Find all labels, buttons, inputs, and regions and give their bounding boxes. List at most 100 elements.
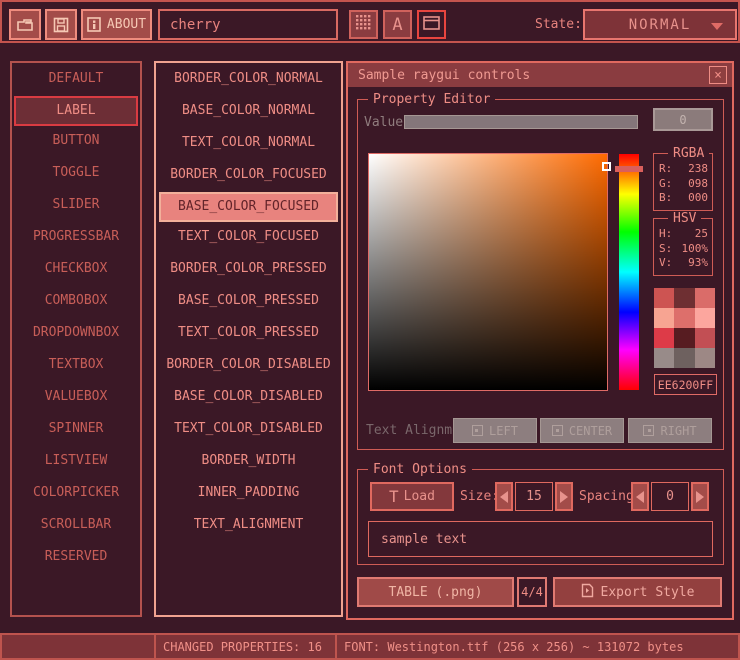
control-item-button[interactable]: BUTTON — [12, 126, 140, 158]
control-item-scrollbar[interactable]: SCROLLBAR — [12, 510, 140, 542]
property-item-border-color-pressed[interactable]: BORDER_COLOR_PRESSED — [156, 254, 341, 286]
palette-cell[interactable] — [654, 328, 674, 348]
window-titlebar[interactable]: Sample raygui controls — [348, 63, 732, 87]
spacing-decrement-button[interactable] — [631, 482, 649, 511]
property-item-base-color-normal[interactable]: BASE_COLOR_NORMAL — [156, 96, 341, 128]
sample-textbox[interactable]: sample text — [368, 521, 713, 557]
export-style-button[interactable]: Export Style — [553, 577, 722, 607]
control-item-progressbar[interactable]: PROGRESSBAR — [12, 222, 140, 254]
palette-cell[interactable] — [674, 328, 694, 348]
control-item-checkbox[interactable]: CHECKBOX — [12, 254, 140, 286]
value-slider[interactable] — [404, 115, 638, 129]
controls-window-toggle-button[interactable] — [417, 10, 446, 39]
window-title: Sample raygui controls — [358, 68, 530, 83]
state-dropdown[interactable]: NORMAL — [583, 9, 737, 40]
property-item-border-color-normal[interactable]: BORDER_COLOR_NORMAL — [156, 64, 341, 96]
property-item-inner-padding[interactable]: INNER_PADDING — [156, 478, 341, 510]
control-item-listview[interactable]: LISTVIEW — [12, 446, 140, 478]
control-item-colorpicker[interactable]: COLORPICKER — [12, 478, 140, 510]
property-item-base-color-focused[interactable]: BASE_COLOR_FOCUSED — [159, 192, 338, 222]
property-item-border-color-disabled[interactable]: BORDER_COLOR_DISABLED — [156, 350, 341, 382]
control-item-slider[interactable]: SLIDER — [12, 190, 140, 222]
palette-cell[interactable] — [674, 288, 694, 308]
font-a-icon: A — [392, 15, 402, 35]
color-picker-cursor[interactable] — [602, 162, 611, 171]
control-item-toggle[interactable]: TOGGLE — [12, 158, 140, 190]
palette-cell[interactable] — [654, 288, 674, 308]
size-decrement-button[interactable] — [495, 482, 513, 511]
info-icon — [87, 17, 101, 32]
property-item-text-color-pressed[interactable]: TEXT_COLOR_PRESSED — [156, 318, 341, 350]
palette-cell[interactable] — [695, 328, 715, 348]
palette-cell[interactable] — [674, 308, 694, 328]
value-box[interactable]: 0 — [653, 108, 713, 131]
align-left-button[interactable]: LEFT — [453, 418, 537, 443]
property-item-border-color-focused[interactable]: BORDER_COLOR_FOCUSED — [156, 160, 341, 192]
control-item-default[interactable]: DEFAULT — [12, 64, 140, 96]
control-item-combobox[interactable]: COMBOBOX — [12, 286, 140, 318]
arrow-left-icon — [500, 491, 508, 503]
style-table-button[interactable]: TABLE (.png) — [357, 577, 514, 607]
export-icon — [581, 583, 594, 602]
palette-cell[interactable] — [654, 308, 674, 328]
font-options-group: Font Options T Load Size: 15 Spacing: 0 … — [357, 469, 724, 565]
size-increment-button[interactable] — [555, 482, 573, 511]
color-saturation-value-panel[interactable] — [368, 153, 608, 391]
page-indicator[interactable]: 4/4 — [517, 577, 547, 607]
sample-text: sample text — [381, 532, 467, 547]
property-item-text-alignment[interactable]: TEXT_ALIGNMENT — [156, 510, 341, 542]
hsv-row-h: H:25 — [654, 227, 712, 242]
style-table-toggle-button[interactable] — [349, 10, 378, 39]
hex-color-box[interactable]: EE6200FF — [654, 374, 717, 395]
size-value-box[interactable]: 15 — [515, 482, 553, 511]
align-right-icon — [643, 425, 654, 436]
align-right-button[interactable]: RIGHT — [628, 418, 712, 443]
state-label: State: — [535, 17, 582, 32]
palette-cell[interactable] — [695, 348, 715, 368]
about-button[interactable]: ABOUT — [81, 9, 152, 40]
property-item-base-color-pressed[interactable]: BASE_COLOR_PRESSED — [156, 286, 341, 318]
property-item-text-color-disabled[interactable]: TEXT_COLOR_DISABLED — [156, 414, 341, 446]
hsv-group-label: HSV — [668, 211, 701, 226]
color-palette — [654, 288, 715, 368]
control-item-label[interactable]: LABEL — [14, 96, 138, 126]
control-item-dropdownbox[interactable]: DROPDOWNBOX — [12, 318, 140, 350]
property-item-text-color-normal[interactable]: TEXT_COLOR_NORMAL — [156, 128, 341, 160]
spacing-value-box[interactable]: 0 — [651, 482, 689, 511]
align-center-button[interactable]: CENTER — [540, 418, 624, 443]
property-item-border-width[interactable]: BORDER_WIDTH — [156, 446, 341, 478]
font-atlas-toggle-button[interactable]: A — [383, 10, 412, 39]
status-font-info: FONT: Westington.ttf (256 x 256) ~ 13107… — [335, 635, 738, 658]
chevron-down-icon — [711, 23, 723, 30]
floppy-save-icon — [53, 17, 69, 33]
hue-bar[interactable] — [618, 153, 640, 391]
palette-cell[interactable] — [654, 348, 674, 368]
property-item-text-color-focused[interactable]: TEXT_COLOR_FOCUSED — [156, 222, 341, 254]
font-t-icon: T — [389, 487, 399, 506]
window-close-button[interactable]: × — [709, 66, 727, 84]
hue-cursor[interactable] — [615, 166, 643, 172]
folder-open-icon — [16, 17, 34, 33]
value-brightness-value: 93% — [688, 256, 708, 271]
open-style-button[interactable] — [9, 9, 41, 40]
toolbar: ABOUT A State: NORMAL — [0, 0, 740, 43]
save-style-button[interactable] — [45, 9, 77, 40]
size-label: Size: — [460, 489, 499, 504]
palette-cell[interactable] — [695, 308, 715, 328]
palette-cell[interactable] — [695, 288, 715, 308]
window-icon — [423, 15, 440, 35]
status-changed-properties: CHANGED PROPERTIES: 16 — [154, 635, 335, 658]
state-dropdown-value: NORMAL — [629, 17, 692, 33]
control-item-spinner[interactable]: SPINNER — [12, 414, 140, 446]
spacing-increment-button[interactable] — [691, 482, 709, 511]
control-item-reserved[interactable]: RESERVED — [12, 542, 140, 574]
style-name-input[interactable] — [158, 9, 338, 40]
font-load-button[interactable]: T Load — [370, 482, 454, 511]
property-item-base-color-disabled[interactable]: BASE_COLOR_DISABLED — [156, 382, 341, 414]
arrow-right-icon — [560, 491, 568, 503]
control-item-textbox[interactable]: TEXTBOX — [12, 350, 140, 382]
rgba-row-g: G:098 — [654, 177, 712, 192]
control-item-valuebox[interactable]: VALUEBOX — [12, 382, 140, 414]
hue-value: 25 — [695, 227, 708, 242]
palette-cell[interactable] — [674, 348, 694, 368]
